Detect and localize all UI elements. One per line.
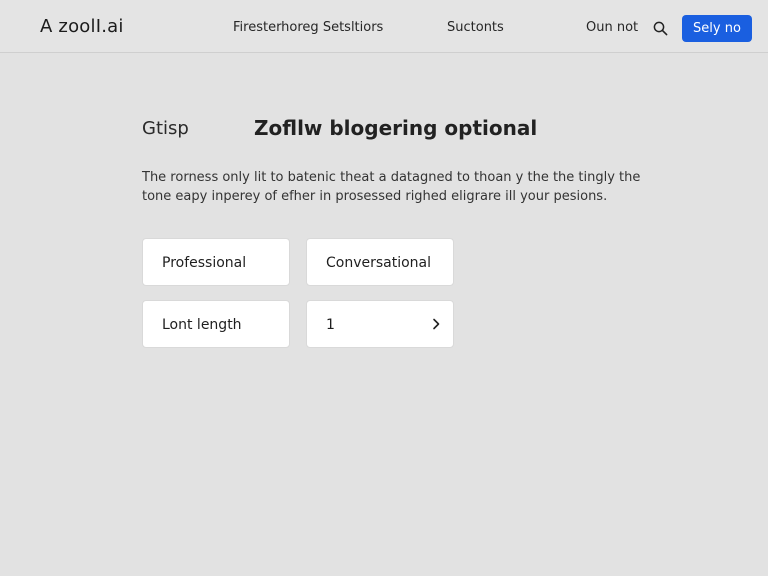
- search-icon[interactable]: [653, 21, 668, 36]
- nav-link-solutions[interactable]: Suctonts: [447, 20, 504, 35]
- option-conversational[interactable]: Conversational: [306, 238, 454, 286]
- option-value: 1: [326, 317, 335, 333]
- option-label: Lont length: [162, 317, 242, 333]
- nav-link-features[interactable]: Firesterhoreg Setsltiors: [233, 20, 383, 35]
- signup-button[interactable]: Sely no: [682, 15, 752, 42]
- option-label: Conversational: [326, 255, 432, 271]
- option-professional[interactable]: Professional: [142, 238, 290, 286]
- top-nav-bar: A zoolI.ai Firesterhoreg Setsltiors Suct…: [0, 0, 768, 53]
- option-label: Professional: [162, 255, 247, 271]
- nav-link-sign-in[interactable]: Oun not: [586, 20, 638, 35]
- option-length[interactable]: Lont length: [142, 300, 290, 348]
- page-title: Zofllw blogering optional: [254, 116, 538, 140]
- chevron-right-icon: [431, 318, 441, 330]
- page: A zoolI.ai Firesterhoreg Setsltiors Suct…: [0, 0, 768, 576]
- section-label: Gtisp: [142, 118, 189, 139]
- logo[interactable]: A zoolI.ai: [40, 16, 124, 37]
- option-count-select[interactable]: 1: [306, 300, 454, 348]
- description-text: The rorness only lit to batenic theat a …: [142, 170, 641, 204]
